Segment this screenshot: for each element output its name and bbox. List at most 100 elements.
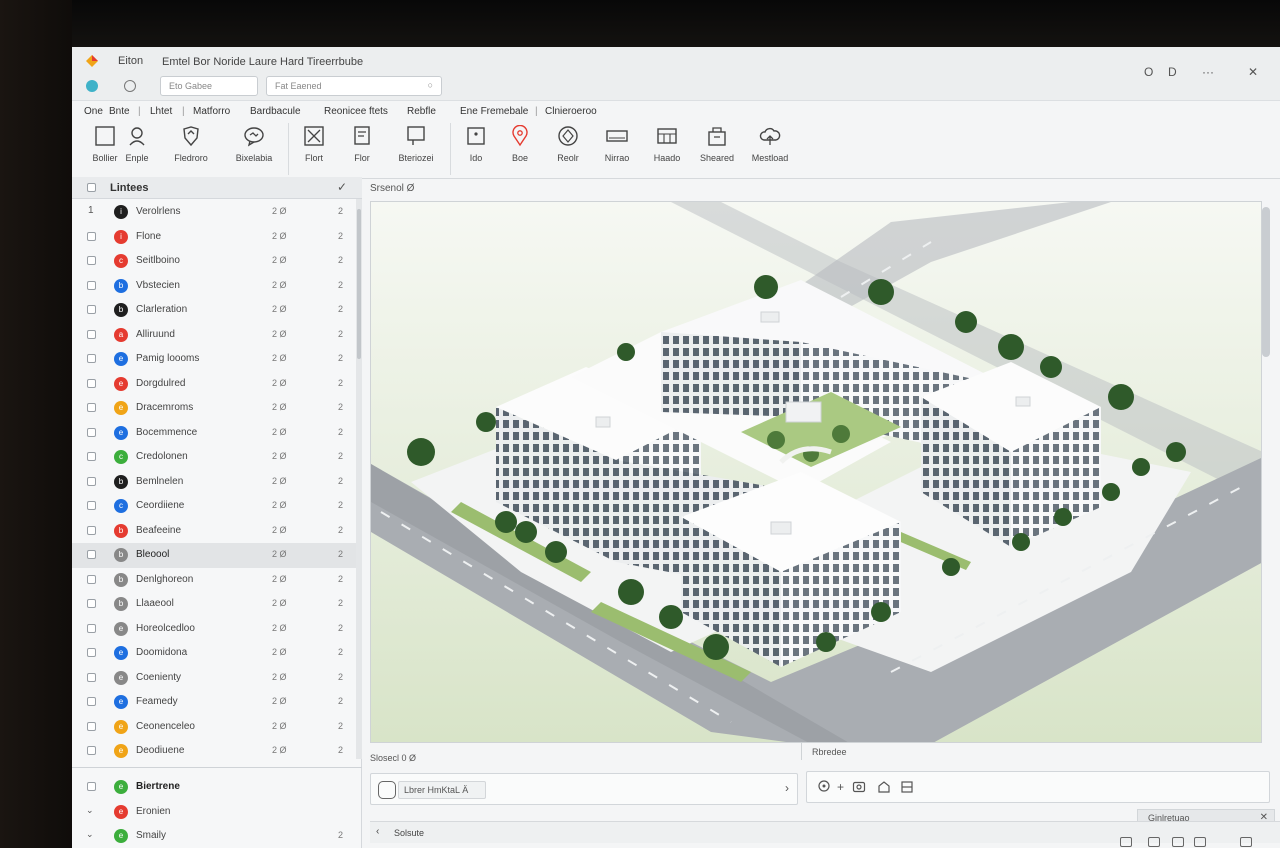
search-icon[interactable]: ○ <box>428 80 433 90</box>
list-item[interactable]: e Horeolcedloo 2 Ø 2 <box>72 617 356 642</box>
list-item[interactable]: e Dracemroms 2 Ø 2 <box>72 396 356 421</box>
list-item[interactable]: e Doomidona 2 Ø 2 <box>72 641 356 666</box>
list-item[interactable]: i Flone 2 Ø 2 <box>72 225 356 250</box>
row-checkbox[interactable] <box>87 648 96 657</box>
tool-mestload[interactable]: Mestload <box>744 125 796 163</box>
row-checkbox[interactable] <box>87 378 96 388</box>
tool-reolr[interactable]: Reolr <box>544 125 592 163</box>
row-checkbox[interactable] <box>87 746 96 755</box>
row-checkbox[interactable] <box>87 305 96 314</box>
tab-ene-fremebale[interactable]: Ene Fremebale <box>460 106 528 117</box>
list-item[interactable]: e Bocemmence 2 Ø 2 <box>72 421 356 446</box>
row-checkbox[interactable] <box>87 329 96 339</box>
list-item[interactable]: b Llaaeool 2 Ø 2 <box>72 592 356 617</box>
tab-lhtet[interactable]: Lhtet <box>150 106 172 117</box>
row-checkbox[interactable] <box>87 697 96 706</box>
list-item[interactable]: 1 i Verolrlens 2 Ø 2 <box>72 200 356 225</box>
viewport-scrollbar[interactable] <box>1262 207 1270 357</box>
list-item[interactable]: c Seitlboino 2 Ø 2 <box>72 249 356 274</box>
command-chip[interactable]: Lbrer HmKtaL Ä <box>398 781 486 799</box>
add-icon[interactable]: + <box>837 780 851 794</box>
list-item[interactable]: e Coenienty 2 Ø 2 <box>72 666 356 691</box>
tray-icon[interactable] <box>1172 837 1184 847</box>
list-item[interactable]: e Deodiuene 2 Ø 2 <box>72 739 356 764</box>
tool-haado[interactable]: Haado <box>643 125 691 163</box>
row-checkbox[interactable] <box>87 782 96 791</box>
tool-flort[interactable]: Flort <box>290 125 338 163</box>
dock-button[interactable]: D <box>1168 65 1177 79</box>
command-bar[interactable]: Lbrer HmKtaL Ä › <box>370 773 798 805</box>
filter-input[interactable]: Fat Eaened ○ <box>266 76 442 96</box>
list-item[interactable]: b Clarleration 2 Ø 2 <box>72 298 356 323</box>
camera-icon[interactable] <box>852 780 866 794</box>
tray-icon[interactable] <box>1120 837 1132 847</box>
tab-one[interactable]: One <box>84 106 103 117</box>
restore-button[interactable]: O <box>1144 65 1153 79</box>
row-checkbox[interactable] <box>87 403 96 412</box>
tool-boe[interactable]: Boe <box>496 125 544 163</box>
row-checkbox[interactable] <box>87 721 96 731</box>
list-item[interactable]: e Dorgdulred 2 Ø 2 <box>72 372 356 397</box>
row-checkbox[interactable] <box>87 280 96 290</box>
close-button[interactable]: ✕ <box>1248 65 1258 79</box>
tab-rebfle[interactable]: Rebfle <box>407 106 436 117</box>
app-menu[interactable]: Eiton <box>118 55 143 67</box>
row-checkbox[interactable] <box>87 525 96 535</box>
search-input[interactable]: Eto Gabee <box>160 76 258 96</box>
tool-sheared[interactable]: Sheared <box>692 125 742 163</box>
tab-bardbacule[interactable]: Bardbacule <box>250 106 301 117</box>
command-icon[interactable] <box>378 781 396 799</box>
list-item[interactable]: a Alliruund 2 Ø 2 <box>72 323 356 348</box>
row-checkbox[interactable] <box>87 501 96 510</box>
row-checkbox[interactable] <box>87 427 96 437</box>
row-checkbox[interactable] <box>87 256 96 265</box>
row-checkbox[interactable] <box>87 574 96 584</box>
list-item[interactable]: c Ceordiiene 2 Ø 2 <box>72 494 356 519</box>
chevron-down-icon[interactable]: ⌄ <box>86 829 94 840</box>
tool-nirrao[interactable]: Nirrao <box>593 125 641 163</box>
list-item[interactable]: ⌄ e Eronien <box>72 800 356 825</box>
list-item[interactable]: c Credolonen 2 Ø 2 <box>72 445 356 470</box>
row-checkbox[interactable] <box>87 452 96 461</box>
more-button[interactable]: ··· <box>1202 65 1214 79</box>
list-item[interactable]: b Denlghoreon 2 Ø 2 <box>72 568 356 593</box>
tool-ido[interactable]: Ido <box>452 125 500 163</box>
settings-icon[interactable] <box>124 80 136 92</box>
row-checkbox[interactable] <box>87 354 96 363</box>
list-item[interactable]: e Ceonenceleo 2 Ø 2 <box>72 715 356 740</box>
chevron-right-icon[interactable]: › <box>785 781 789 795</box>
home-icon[interactable] <box>877 780 891 794</box>
chevron-left-icon[interactable]: ‹ <box>376 826 379 837</box>
tray-icon[interactable] <box>1240 837 1252 847</box>
list-item[interactable]: b Beafeeine 2 Ø 2 <box>72 519 356 544</box>
row-checkbox[interactable] <box>87 476 96 486</box>
row-checkbox[interactable] <box>87 550 96 559</box>
list-item[interactable]: b Bleoool 2 Ø 2 <box>72 543 356 568</box>
tool-flor[interactable]: Flor <box>338 125 386 163</box>
row-checkbox[interactable] <box>87 672 96 682</box>
list-item[interactable]: b Vbstecien 2 Ø 2 <box>72 274 356 299</box>
tool-fledroro[interactable]: Fledroro <box>167 125 215 163</box>
list-item[interactable]: e Biertrene <box>72 775 356 800</box>
row-checkbox[interactable] <box>87 599 96 608</box>
tray-icon[interactable] <box>1148 837 1160 847</box>
nav-label[interactable]: Solsute <box>394 828 424 838</box>
tool-bixelabia[interactable]: Bixelabia <box>229 125 279 163</box>
list-item[interactable]: e Pamig loooms 2 Ø 2 <box>72 347 356 372</box>
chevron-down-icon[interactable]: ⌄ <box>86 805 94 816</box>
list-item[interactable]: b Bemlnelen 2 Ø 2 <box>72 470 356 495</box>
tab-clnieroeroo[interactable]: Clnieroeroo <box>545 106 597 117</box>
row-checkbox[interactable] <box>87 231 96 241</box>
tab-reonicee[interactable]: Reonicee ftets <box>324 106 388 117</box>
tab-bnte[interactable]: Bnte <box>109 106 130 117</box>
list-item[interactable]: ⌄ e Smaily 2 <box>72 824 356 848</box>
panel-scroll-thumb[interactable] <box>357 209 361 359</box>
3d-viewport[interactable] <box>370 201 1262 743</box>
row-checkbox[interactable] <box>87 623 96 633</box>
tool-enple[interactable]: Enple <box>113 125 161 163</box>
list-item[interactable]: e Feamedy 2 Ø 2 <box>72 690 356 715</box>
check-icon[interactable]: ✓ <box>337 180 347 194</box>
tool-bteriozei[interactable]: Bteriozei <box>391 125 441 163</box>
layers-icon[interactable] <box>900 780 914 794</box>
select-all-checkbox[interactable] <box>87 183 96 192</box>
